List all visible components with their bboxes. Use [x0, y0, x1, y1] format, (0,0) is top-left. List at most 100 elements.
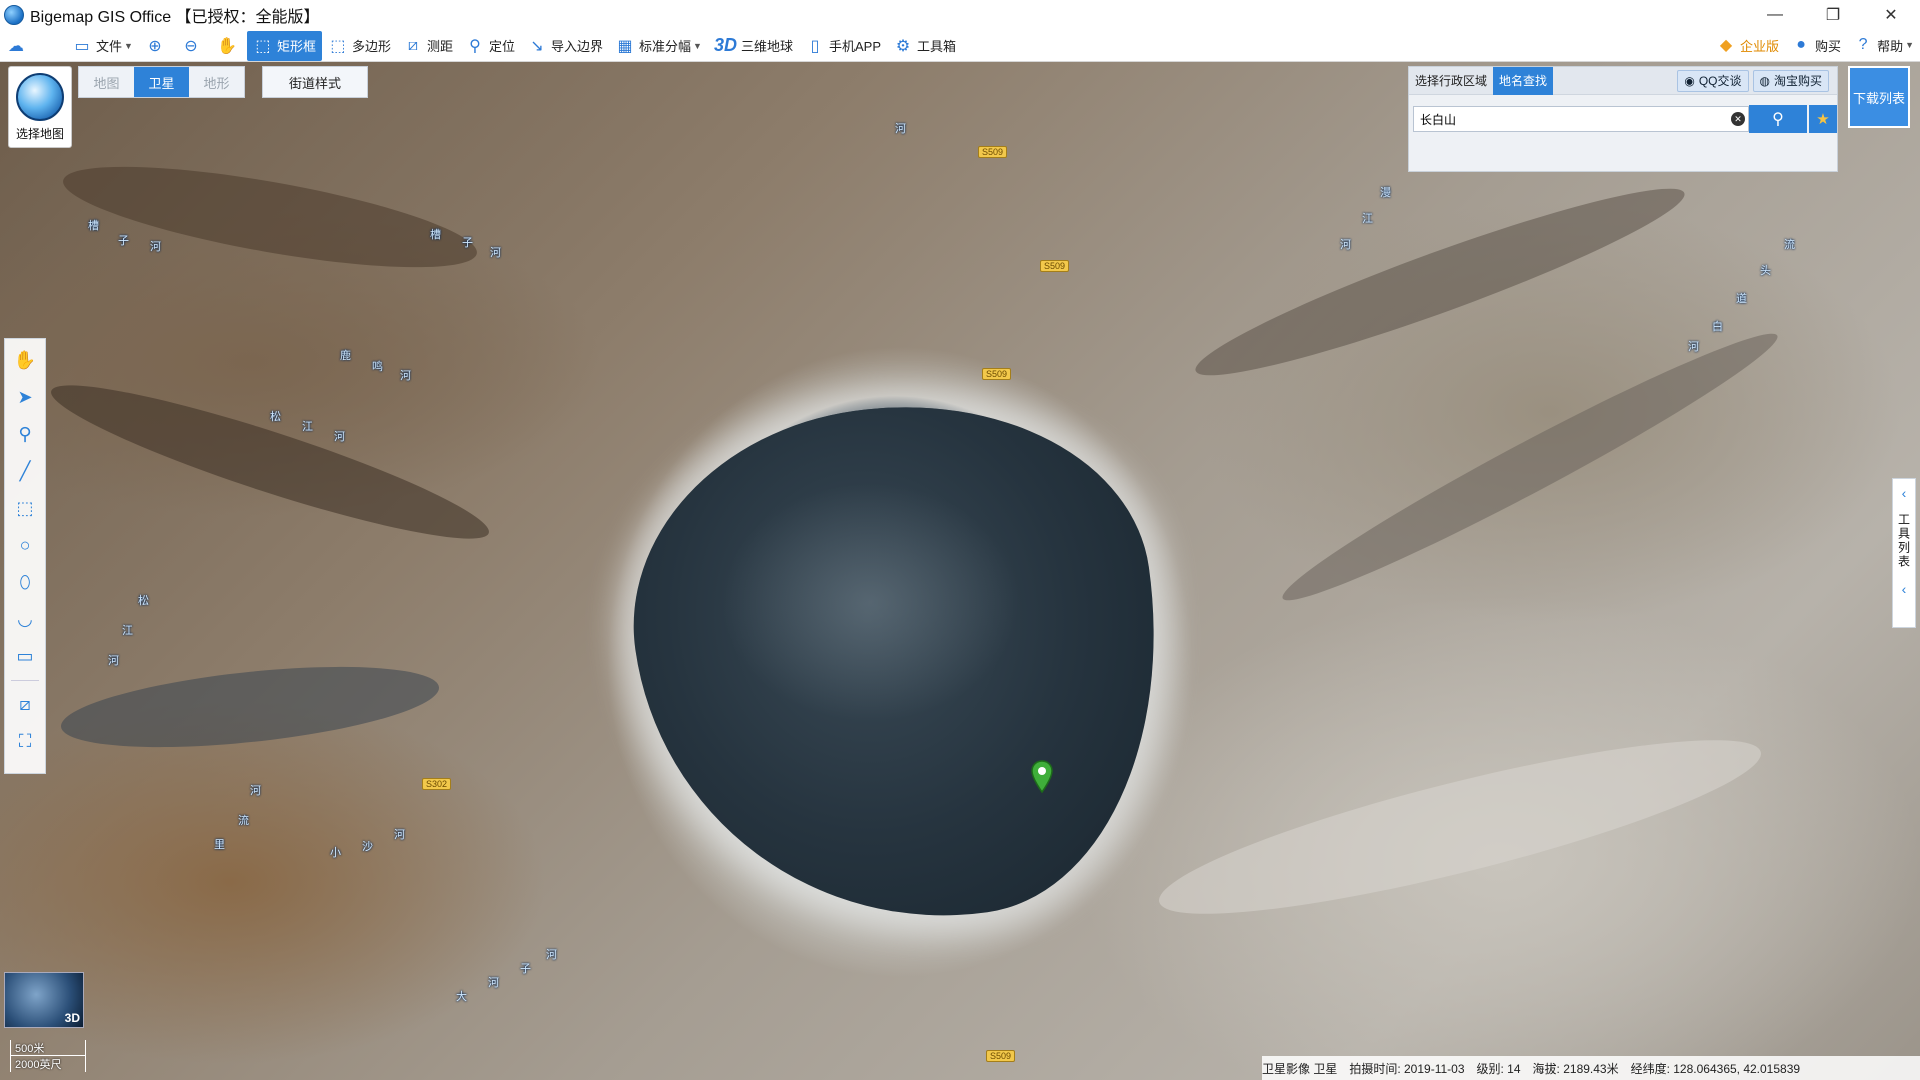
area-icon: ⛶	[18, 731, 32, 751]
satellite-map[interactable]: 槽 子 河 槽 子 河 鹿 鸣 河 松 江 河 松 江 河 河 流 里 小 沙 …	[0, 62, 1920, 1080]
map-place-label: 河	[1340, 239, 1351, 251]
download-list-button[interactable]: 下载列表	[1848, 66, 1910, 128]
chevron-down-icon: ▼	[1905, 40, 1914, 50]
favorite-button[interactable]: ★	[1809, 105, 1837, 133]
tab-place-search[interactable]: 地名查找	[1493, 66, 1554, 95]
polygon-button[interactable]: ⬚ 多边形	[322, 31, 397, 61]
tab-select-region[interactable]: 选择行政区域	[1409, 67, 1493, 95]
measure-button[interactable]: ⧄ 测距	[397, 31, 459, 61]
coordinates: 经纬度: 128.064365, 42.015839	[1630, 1061, 1801, 1076]
scale-imperial: 2000英尺	[10, 1056, 86, 1072]
map-place-label: 槽	[88, 220, 99, 232]
polygon-label: 多边形	[351, 39, 391, 54]
chevron-left-icon: ‹	[1901, 581, 1907, 597]
ellipse-tool-button[interactable]: ⬯	[11, 569, 39, 596]
line-tool-button[interactable]: ╱	[11, 458, 39, 485]
circle-tool-button[interactable]: ○	[11, 532, 39, 559]
circle-icon: ○	[19, 535, 31, 555]
minimize-button[interactable]: —	[1746, 0, 1804, 30]
zoom-in-button[interactable]: ⊕	[139, 31, 175, 61]
title-bar: Bigemap GIS Office 【已授权：全能版】 — ❐ ✕	[0, 0, 1920, 30]
diamond-icon: ◆	[1719, 37, 1733, 54]
tab-map[interactable]: 地图	[79, 67, 134, 97]
polygon-tool-button[interactable]: ⬚	[11, 495, 39, 522]
map-place-label: 大	[456, 991, 467, 1003]
sector-tool-button[interactable]: ◡	[11, 606, 39, 633]
mobile-app-button[interactable]: ▯ 手机APP	[799, 31, 887, 61]
rectangle-tool-button[interactable]: ▭	[11, 643, 39, 670]
search-icon: ⚲	[1772, 111, 1784, 128]
clear-icon[interactable]: ✕	[1731, 112, 1745, 126]
map-select-button[interactable]: 选择地图	[8, 66, 72, 148]
tab-satellite[interactable]: 卫星	[134, 67, 189, 97]
map-type-tabs: 地图 卫星 地形	[78, 66, 245, 98]
globe-3d-button[interactable]: 3D 三维地球	[708, 31, 799, 61]
terrain-ridge	[57, 652, 443, 762]
maximize-button[interactable]: ❐	[1804, 0, 1862, 30]
tool-list-panel-toggle[interactable]: ‹ 工具列表 ‹	[1892, 478, 1916, 628]
hand-tool-button[interactable]: ✋	[11, 347, 39, 374]
street-style-button[interactable]: 街道样式	[262, 66, 368, 98]
toolbox-label: 工具箱	[917, 39, 957, 54]
qq-chat-button[interactable]: ◉ QQ交谈	[1677, 69, 1749, 92]
import-icon: ↘	[530, 37, 544, 55]
terrain-ridge	[1185, 164, 1695, 400]
rectangle-select-button[interactable]: ⬚ 矩形框	[246, 30, 322, 61]
close-button[interactable]: ✕	[1862, 0, 1920, 30]
enterprise-button[interactable]: ◆ 企业版	[1710, 30, 1785, 60]
location-marker-icon[interactable]	[1030, 760, 1054, 794]
file-menu-button[interactable]: ▭ 文件 ▼	[66, 31, 139, 61]
toolbox-button[interactable]: ⚙ 工具箱	[887, 31, 962, 61]
chevron-down-icon: ▼	[693, 40, 702, 51]
zoom-out-button[interactable]: ⊖	[175, 31, 211, 61]
map-place-label: 流	[238, 815, 249, 827]
map-place-label: 里	[214, 839, 225, 851]
globe-minimap[interactable]: 3D	[4, 972, 84, 1028]
ruler-icon: ⧄	[19, 694, 31, 714]
taobao-buy-button[interactable]: ◍ 淘宝购买	[1752, 69, 1829, 92]
map-select-label: 选择地图	[15, 127, 64, 141]
grid-icon: ▦	[617, 37, 633, 55]
import-boundary-button[interactable]: ↘ 导入边界	[521, 31, 609, 61]
map-place-label: 河	[488, 977, 499, 989]
search-row: ✕ ⚲ ★	[1413, 105, 1837, 133]
search-button[interactable]: ⚲	[1749, 105, 1807, 133]
map-place-label: 槽	[430, 229, 441, 241]
pan-button[interactable]: ✋	[211, 31, 247, 61]
measure-tool-button[interactable]: ⧄	[11, 691, 39, 718]
toolbar-right: ◆ 企业版 ● 购买 ? 帮助 ▼	[1710, 30, 1920, 60]
buy-icon: ●	[1796, 36, 1806, 53]
select-tool-button[interactable]: ➤	[11, 384, 39, 411]
ellipse-icon: ⬯	[19, 572, 31, 592]
tab-terrain[interactable]: 地形	[189, 67, 244, 97]
map-place-label: 流	[1784, 239, 1795, 251]
marker-tool-button[interactable]: ⚲	[11, 421, 39, 448]
taobao-icon: ◍	[1759, 73, 1770, 88]
three-d-icon: 3D	[713, 35, 737, 55]
contact-buttons: ◉ QQ交谈 ◍ 淘宝购买	[1677, 69, 1837, 92]
window-title: Bigemap GIS Office 【已授权：全能版】	[30, 9, 320, 26]
map-place-label: 道	[1736, 293, 1747, 305]
standard-sheet-button[interactable]: ▦ 标准分幅 ▼	[609, 31, 708, 61]
road-number-badge: S509	[978, 146, 1008, 158]
place-search-input[interactable]	[1413, 106, 1749, 132]
mobile-app-label: 手机APP	[828, 39, 881, 54]
map-place-label: 河	[490, 247, 501, 259]
sector-icon: ◡	[17, 609, 33, 629]
help-icon: ?	[1858, 36, 1868, 53]
globe-icon	[16, 73, 64, 121]
help-button[interactable]: ? 帮助 ▼	[1847, 30, 1920, 60]
capture-date: 拍摄时间: 2019-11-03	[1349, 1061, 1465, 1076]
area-tool-button[interactable]: ⛶	[11, 728, 39, 755]
star-icon: ★	[1816, 111, 1830, 128]
buy-button[interactable]: ● 购买	[1785, 30, 1847, 60]
map-place-label: 河	[250, 785, 261, 797]
search-input-wrap: ✕	[1413, 106, 1749, 132]
map-place-label: 河	[400, 370, 411, 382]
chevron-left-icon: ‹	[1901, 485, 1907, 501]
map-place-label: 白	[1712, 321, 1723, 333]
map-place-label: 子	[118, 235, 129, 247]
terrain-ridge	[57, 146, 483, 288]
cloud-menu-button[interactable]: ☁	[0, 31, 36, 61]
locate-button[interactable]: ⚲ 定位	[459, 31, 521, 61]
